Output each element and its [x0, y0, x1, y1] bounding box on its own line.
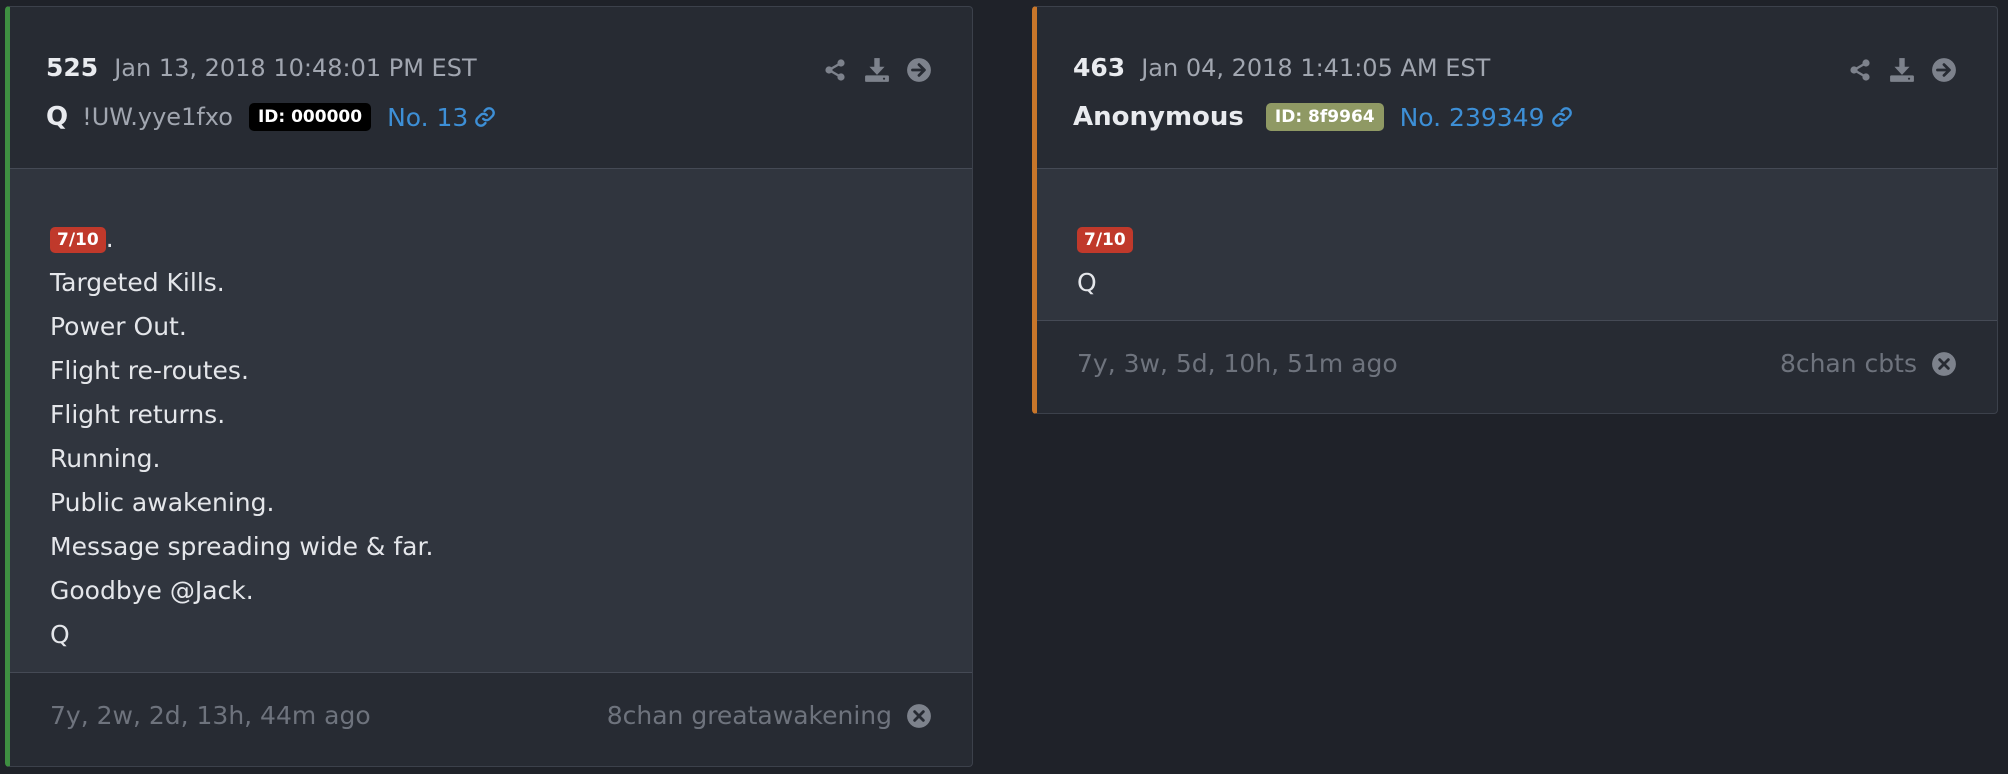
post-tripcode: !UW.yye1fxo: [82, 103, 233, 131]
link-icon: [474, 106, 496, 128]
post-date: Jan 04, 2018 1:41:05 AM EST: [1141, 54, 1491, 82]
post-number: 525: [46, 53, 99, 82]
share-icon[interactable]: [822, 57, 848, 83]
post-text-line: Running.: [50, 444, 161, 473]
post-author: Anonymous: [1073, 102, 1244, 132]
post-text-line: Q: [1077, 268, 1097, 297]
post-age: 7y, 3w, 5d, 10h, 51m ago: [1077, 349, 1398, 378]
post-text-line: Targeted Kills.: [50, 268, 225, 297]
post-actions: [1847, 57, 1957, 83]
post-author: Q: [46, 102, 69, 132]
post-card: 463 Jan 04, 2018 1:41:05 AM EST Anonymou…: [1032, 6, 1998, 414]
post-author-line: Q !UW.yye1fxo ID: 000000 No. 13: [46, 97, 496, 137]
tag-line: 7/10.: [50, 217, 972, 261]
download-icon[interactable]: [1889, 57, 1915, 83]
post-body: 7/10 Q: [1037, 169, 1997, 321]
date-tag-badge: 7/10: [50, 227, 106, 253]
tag-line: 7/10: [1077, 217, 1997, 261]
post-text-line: Public awakening.: [50, 488, 275, 517]
post-footer: 7y, 2w, 2d, 13h, 44m ago 8chan greatawak…: [10, 673, 972, 765]
post-number-link[interactable]: No. 239349: [1400, 103, 1573, 132]
post-text-line: Q: [50, 620, 70, 649]
post-footer: 7y, 3w, 5d, 10h, 51m ago 8chan cbts: [1037, 321, 1997, 413]
close-circle-icon[interactable]: [906, 703, 932, 729]
close-circle-icon[interactable]: [1931, 351, 1957, 377]
post-number-label: No. 239349: [1399, 102, 1545, 132]
post-body: 7/10. Targeted Kills. Power Out. Flight …: [10, 169, 972, 673]
post-age: 7y, 2w, 2d, 13h, 44m ago: [50, 701, 371, 730]
post-actions: [822, 57, 932, 83]
source-label: 8chan cbts: [1779, 349, 1917, 378]
post-author-line: Anonymous ID: 8f9964 No. 239349: [1073, 97, 1573, 137]
post-number: 463: [1073, 53, 1126, 82]
post-number-link[interactable]: No. 13: [387, 103, 496, 132]
post-number-label: No. 13: [387, 102, 469, 132]
post-card: 525 Jan 13, 2018 10:48:01 PM EST Q !UW.y…: [5, 6, 973, 767]
download-icon[interactable]: [864, 57, 890, 83]
post-source: 8chan cbts: [1780, 349, 1957, 378]
post-text-line: Goodbye @Jack.: [50, 576, 254, 605]
link-icon: [1551, 106, 1573, 128]
post-text-line: Flight re-routes.: [50, 356, 249, 385]
date-tag-badge: 7/10: [1077, 227, 1133, 253]
post-header: 463 Jan 04, 2018 1:41:05 AM EST Anonymou…: [1037, 7, 1997, 169]
post-meta: 525 Jan 13, 2018 10:48:01 PM EST: [46, 53, 477, 87]
arrow-right-circle-icon[interactable]: [906, 57, 932, 83]
post-source: 8chan greatawakening: [607, 701, 932, 730]
post-meta: 463 Jan 04, 2018 1:41:05 AM EST: [1073, 53, 1490, 87]
poster-id-badge: ID: 000000: [248, 103, 372, 131]
poster-id-badge: ID: 8f9964: [1265, 103, 1384, 131]
tag-suffix: .: [105, 224, 114, 253]
post-header: 525 Jan 13, 2018 10:48:01 PM EST Q !UW.y…: [10, 7, 972, 169]
arrow-right-circle-icon[interactable]: [1931, 57, 1957, 83]
post-text-line: Flight returns.: [50, 400, 226, 429]
post-date: Jan 13, 2018 10:48:01 PM EST: [114, 54, 477, 82]
share-icon[interactable]: [1847, 57, 1873, 83]
post-text-line: Power Out.: [50, 312, 187, 341]
source-label: 8chan greatawakening: [606, 701, 892, 730]
post-text-line: Message spreading wide & far.: [50, 532, 434, 561]
